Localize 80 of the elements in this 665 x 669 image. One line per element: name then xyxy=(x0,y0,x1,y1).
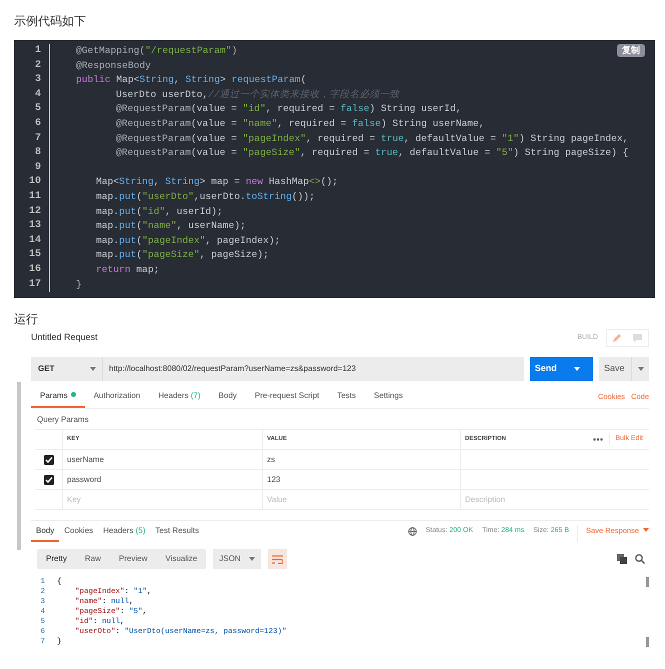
line-number: 3 xyxy=(14,73,50,88)
line-number: 4 xyxy=(14,88,50,102)
format-dropdown[interactable]: JSON xyxy=(213,549,262,569)
caret-icon xyxy=(249,557,256,561)
request-tab[interactable]: Params xyxy=(31,390,85,408)
checkbox[interactable] xyxy=(44,454,54,464)
line-number: 7 xyxy=(14,132,50,146)
request-tab[interactable]: Tests xyxy=(328,390,365,408)
response-tab[interactable]: Cookies xyxy=(59,525,98,542)
code-line: @RequestParam(value = "pageSize", required = true, defaultValue = "5") String pageSize) { xyxy=(115,146,628,160)
caret-icon xyxy=(90,367,96,371)
placeholder-text: Value xyxy=(267,494,287,506)
scroll-mark xyxy=(646,637,649,647)
code-line: map.put("pageIndex", pageIndex); xyxy=(95,234,280,248)
caret-icon xyxy=(643,528,649,532)
section-label: Query Params xyxy=(36,414,90,426)
line-number: 6 xyxy=(14,116,50,132)
caret-icon xyxy=(638,367,644,371)
request-tab[interactable]: Authorization xyxy=(84,390,150,408)
url-field[interactable]: http://localhost:8080/02/requestParam?userName=zs&password=123 xyxy=(103,357,524,381)
response-tab[interactable]: Body xyxy=(31,525,60,542)
view-mode-tab[interactable]: Visualize xyxy=(156,549,206,569)
view-mode-tab[interactable]: Raw xyxy=(76,549,110,569)
placeholder-text: Description xyxy=(465,494,506,506)
line-number: 10 xyxy=(14,175,50,190)
code-line: UserDto userDto,//通过一个实体类来接收，字段名必须一致 xyxy=(115,88,400,102)
checkbox[interactable] xyxy=(44,474,54,484)
request-tab[interactable]: Headers (7) xyxy=(149,390,210,408)
view-mode-tab[interactable]: Pretty xyxy=(37,549,76,569)
line-number: 2 xyxy=(14,58,50,74)
save-button[interactable]: Save xyxy=(599,357,649,381)
code-line: @GetMapping("/requestParam") xyxy=(75,44,238,58)
line-number: 1 xyxy=(14,44,50,59)
response-tab[interactable]: Test Results xyxy=(150,525,204,542)
code-line: map.put("id", userId); xyxy=(95,204,223,219)
param-value: zs xyxy=(267,454,275,466)
code-line: @ResponseBody xyxy=(75,58,151,73)
param-key: password xyxy=(67,474,102,486)
copy-icon[interactable] xyxy=(617,554,627,564)
scrollbar[interactable] xyxy=(17,382,21,550)
caret-icon xyxy=(574,367,580,371)
request-tab[interactable]: Settings xyxy=(364,390,412,408)
run-heading: 运行 xyxy=(14,312,39,327)
code-line: map.put("userDto",userDto.toString()); xyxy=(95,190,315,204)
search-icon[interactable] xyxy=(635,554,645,564)
request-tab[interactable]: Body xyxy=(210,390,246,408)
code-line: @RequestParam(value = "pageIndex", required = true, defaultValue = "1") String pageIndex, xyxy=(115,132,628,146)
request-title: Untitled Request xyxy=(31,331,98,344)
wrap-button[interactable] xyxy=(268,549,288,569)
line-number: 8 xyxy=(14,146,50,161)
line-number: 15 xyxy=(14,248,50,263)
line-number: 16 xyxy=(14,262,50,278)
method-dropdown[interactable]: GET xyxy=(31,357,103,381)
line-number: 14 xyxy=(14,234,50,248)
param-key: userName xyxy=(67,454,104,466)
more-icon[interactable] xyxy=(593,438,604,441)
placeholder-text: Key xyxy=(67,494,81,506)
wrap-icon xyxy=(272,554,284,564)
code-line: @RequestParam(value = "id", required = false) String userId, xyxy=(115,102,462,116)
intro-text: 示例代码如下 xyxy=(14,13,87,30)
code-line: Map<String, String> map = new HashMap<>(); xyxy=(95,175,338,190)
line-number: 5 xyxy=(14,102,50,117)
line-number: 11 xyxy=(14,190,50,205)
code-line: map.put("pageSize", pageSize); xyxy=(95,248,269,262)
scroll-mark xyxy=(646,577,649,587)
globe-icon[interactable] xyxy=(408,527,417,536)
code-line: public Map<String, String> requestParam( xyxy=(75,73,306,88)
code-line: return map; xyxy=(95,262,160,277)
param-value: 123 xyxy=(267,474,280,486)
line-number: 12 xyxy=(14,204,50,220)
line-number: 9 xyxy=(14,160,50,176)
line-number: 17 xyxy=(14,278,50,292)
view-mode-tab[interactable]: Preview xyxy=(110,549,156,569)
code-line: @RequestParam(value = "name", required = false) String userName, xyxy=(115,116,484,131)
line-number: 13 xyxy=(14,219,50,234)
send-button[interactable]: Send xyxy=(530,357,593,381)
code-line: map.put("name", userName); xyxy=(95,219,246,234)
code-line: } xyxy=(75,278,82,292)
request-tab[interactable]: Pre-request Script xyxy=(246,390,328,408)
response-tab[interactable]: Headers (5) xyxy=(98,525,150,542)
